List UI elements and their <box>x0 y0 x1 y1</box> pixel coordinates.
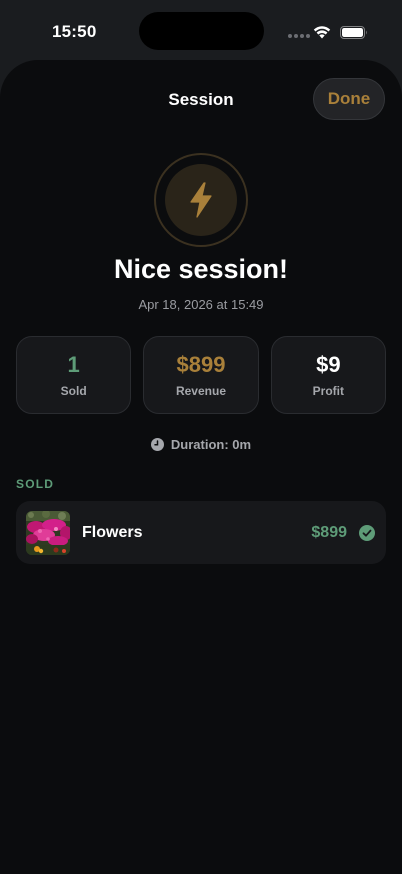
dynamic-island <box>139 12 264 50</box>
session-headline: Nice session! <box>113 254 289 284</box>
clock-icon <box>150 438 164 451</box>
flowers-photo <box>26 510 70 555</box>
status-time: 15:50 <box>52 22 97 41</box>
wifi-icon <box>313 26 331 39</box>
stat-card-profit: $9 Profit <box>270 336 386 414</box>
stat-value-profit: $9 <box>316 352 341 377</box>
item-name: Flowers <box>82 523 143 541</box>
duration-text: Duration: 0m <box>170 437 252 452</box>
sold-section-label: SOLD <box>16 477 55 491</box>
stat-label-revenue: Revenue <box>175 384 226 398</box>
sold-item-row[interactable]: Flowers $899 <box>16 501 386 564</box>
battery-icon <box>340 26 367 39</box>
stat-label-profit: Profit <box>312 384 344 398</box>
stats-row: 1 Sold $899 Revenue $9 Profit <box>16 336 386 414</box>
stat-value-sold: 1 <box>67 352 80 377</box>
item-thumbnail <box>26 510 70 555</box>
cellular-dots-icon <box>288 34 310 38</box>
session-date: Apr 18, 2026 at 15:49 <box>138 297 264 312</box>
stat-card-revenue: $899 Revenue <box>143 336 259 414</box>
session-sheet: Session Done Nice session! Apr 18, 2026 … <box>0 60 402 874</box>
session-duration: Duration: 0m <box>0 437 402 452</box>
status-bar: 15:50 <box>0 0 402 60</box>
stat-value-revenue: $899 <box>176 352 226 377</box>
stat-label-sold: Sold <box>60 384 87 398</box>
item-price: $899 <box>311 523 347 541</box>
lightning-bolt-icon <box>190 182 212 218</box>
done-button[interactable]: Done <box>313 78 385 120</box>
session-icon-background <box>165 164 237 236</box>
checkmark-circle-icon <box>359 524 375 541</box>
session-icon-badge <box>154 153 248 247</box>
phone-screen: 15:50 Session Done Nice session! Apr 18,… <box>0 0 402 874</box>
stat-card-sold: 1 Sold <box>16 336 132 414</box>
